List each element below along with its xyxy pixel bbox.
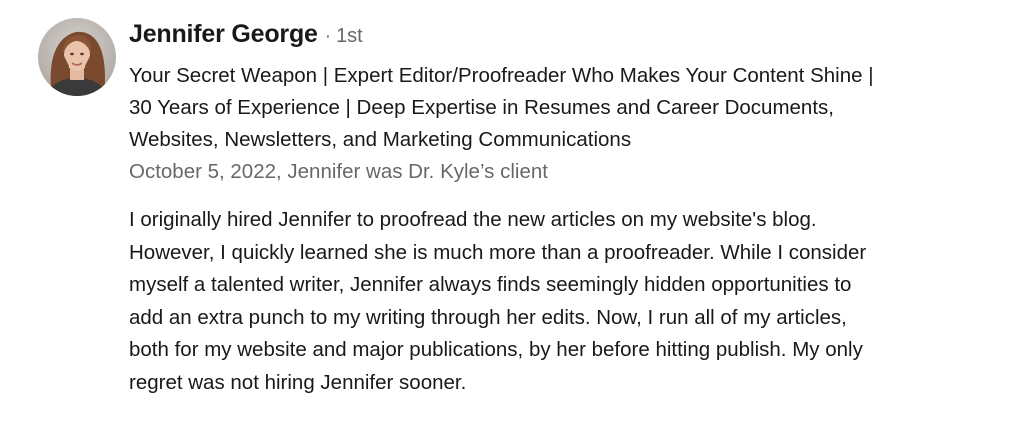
headline-line: 30 Years of Experience | Deep Expertise … — [129, 96, 834, 119]
recommender-info: Jennifer George · 1st Your Secret Weapon… — [129, 20, 1009, 188]
headline-line: Websites, Newsletters, and Marketing Com… — [129, 128, 632, 151]
recommender-name[interactable]: Jennifer George — [129, 20, 318, 49]
name-line: Jennifer George · 1st — [129, 20, 1009, 60]
recommendation-line: However, I quickly learned she is much m… — [129, 240, 867, 264]
headline-line: Your Secret Weapon | Expert Editor/Proof… — [129, 64, 874, 87]
recommendation-text: I originally hired Jennifer to proofread… — [129, 204, 1009, 399]
recommendation-card: Jennifer George · 1st Your Secret Weapon… — [0, 0, 1024, 421]
recommendation-line: both for my website and major publicatio… — [129, 338, 863, 361]
degree-separator: · — [324, 26, 332, 47]
connection-degree: 1st — [336, 25, 363, 47]
profile-photo-icon — [38, 18, 116, 96]
avatar[interactable] — [38, 18, 116, 96]
relationship-date: October 5, 2022, Jennifer was Dr. Kyle’s… — [129, 160, 548, 183]
recommendation-line: regret was not hiring Jennifer sooner. — [129, 370, 467, 394]
recommendation-line: add an extra punch to my writing through… — [129, 305, 847, 329]
recommendation-line: I originally hired Jennifer to proofread… — [129, 208, 817, 231]
recommendation-line: myself a talented writer, Jennifer alway… — [129, 273, 852, 296]
recommender-headline: Your Secret Weapon | Expert Editor/Proof… — [129, 60, 1009, 156]
